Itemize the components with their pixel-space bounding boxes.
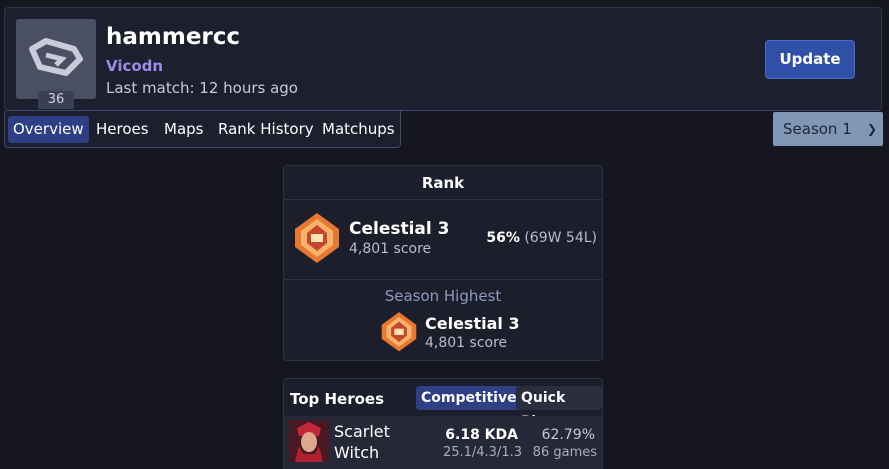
- hero-games: 86 games: [532, 445, 597, 460]
- tab-rank-history[interactable]: Rank History: [213, 116, 319, 143]
- top-heroes-card: Top Heroes Competitive Quick Play Scarle…: [283, 378, 603, 469]
- club-name[interactable]: Vicodn: [106, 57, 163, 75]
- rank-card-title: Rank: [284, 166, 602, 200]
- tab-matchups[interactable]: Matchups: [317, 116, 400, 143]
- level-badge: 36: [38, 91, 74, 109]
- rank-winrate: 56% (69W 54L): [486, 230, 597, 246]
- avatar: [16, 19, 96, 99]
- hero-name: Scarlet Witch: [334, 422, 390, 462]
- hero-portrait: [289, 420, 329, 462]
- hero-kda-detail: 25.1/4.3/1.3: [442, 445, 522, 460]
- winrate-percent: 56%: [486, 230, 520, 246]
- tab-overview[interactable]: Overview: [8, 116, 89, 143]
- current-rank-name: Celestial 3: [349, 219, 450, 239]
- last-match-text: Last match: 12 hours ago: [106, 79, 298, 97]
- current-rank-score: 4,801 score: [349, 241, 432, 257]
- season-highest-label: Season Highest: [384, 287, 502, 305]
- nav-tabs: Overview Heroes Maps Rank History Matchu…: [4, 111, 401, 148]
- player-icon: [16, 19, 96, 99]
- tab-quick-play[interactable]: Quick Play: [516, 386, 602, 430]
- rank-divider: [284, 279, 602, 280]
- rank-card: Rank Celestial 3 4,801 score 56% (69W 54…: [283, 165, 603, 361]
- top-heroes-title: Top Heroes: [290, 390, 385, 408]
- tab-heroes[interactable]: Heroes: [91, 116, 154, 143]
- season-select-value: Season 1: [783, 120, 852, 138]
- update-button[interactable]: Update: [765, 40, 855, 79]
- tab-competitive[interactable]: Competitive: [416, 386, 522, 410]
- season-select[interactable]: Season 1 ❯: [773, 112, 883, 146]
- celestial-rank-icon: [295, 213, 339, 263]
- winrate-record: (69W 54L): [524, 230, 597, 246]
- highest-rank-score: 4,801 score: [425, 335, 508, 351]
- chevron-down-icon: ❯: [866, 122, 877, 136]
- celestial-rank-icon-small: [381, 312, 417, 352]
- hero-winrate: 62.79%: [541, 427, 595, 443]
- hero-row[interactable]: Scarlet Witch 6.18 KDA 25.1/4.3/1.3 62.7…: [284, 416, 602, 469]
- username: hammercc: [106, 24, 241, 50]
- scarlet-witch-portrait-icon: [289, 420, 329, 462]
- highest-rank-name: Celestial 3: [425, 314, 520, 333]
- tab-maps[interactable]: Maps: [159, 116, 208, 143]
- hero-kda: 6.18 KDA: [445, 427, 518, 443]
